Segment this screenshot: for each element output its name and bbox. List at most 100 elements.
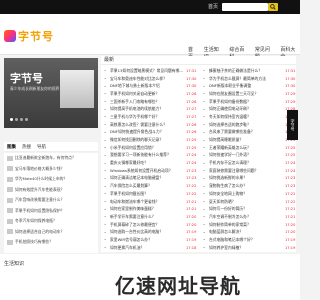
latest-item[interactable]: • 汽车保险怎么买最划算？ 17:22 [101,182,197,190]
topbar-home-link[interactable]: 首页 [208,3,218,10]
latest-item-time: 17:30 [186,84,197,89]
latest-item[interactable]: • 高铁票怎么改签？需要注意什么？ 17:26 [101,121,197,129]
latest-item-time: 17:20 [285,222,296,227]
latest-item[interactable]: • 宝马车和奥迪车性能对比怎么样？ 17:30 [101,75,197,83]
carousel-dot[interactable] [15,118,18,121]
bullet: • [203,237,206,243]
latest-item[interactable]: • 苹果手机如何备份数据？ 17:29 [200,98,296,106]
latest-item-time: 17:20 [285,230,296,235]
list-item[interactable]: 如何有效提升汽车性能表现？ [4,185,98,196]
latest-item-title: 冬天如何保持室内温暖？ [209,113,251,119]
latest-item[interactable]: • 如何提高手机电池的续航能力？ 17:27 [101,105,197,113]
latest-item[interactable]: • DNF如何快速提升角色战斗力？ 17:26 [101,129,197,137]
latest-item[interactable]: • 夏天如何防晒？ 17:22 [200,198,296,206]
latest-item[interactable]: •如何正确使用电动牙刷？17:28 [200,105,296,113]
latest-item-time: 17:28 [186,99,197,104]
hero-banner[interactable]: 字节号 青少年成长刷新朋友你的视界 [4,58,98,128]
latest-item[interactable]: • 电脑蓝屏怎么解决？ 17:20 [200,228,296,236]
bullet: • [104,206,107,212]
search-button[interactable] [268,3,278,11]
latest-item-title: 小米手机如何设置应用锁？ [110,144,156,150]
tab-hot[interactable]: 热搜 [22,144,31,150]
latest-item[interactable]: • 汽车空调不制冷怎么办？ 17:21 [200,213,296,221]
latest-item-title: 汽车空调不制冷怎么办？ [209,213,251,219]
floating-side-widget[interactable]: 字节号 [287,110,298,140]
latest-item[interactable]: • 如何提高睡眠质量？ 17:26 [200,136,296,144]
bullet: • [203,229,206,235]
thumbnail [7,208,13,214]
latest-item[interactable]: • 如何安全地网上购物？ 17:22 [200,190,296,198]
top-bar: 首页 [0,0,300,14]
latest-item[interactable]: • 电动车和燃油车哪个更省钱？ 17:21 [101,198,197,206]
latest-item[interactable]: • 苹果手机如何关闭自动更新？ 17:28 [101,90,197,98]
latest-item[interactable]: • 新手学开车需要注意什么？ 17:20 [101,213,197,221]
latest-item[interactable]: • DNF新版本职业平衡调整 17:30 [200,82,296,90]
bullet: • [203,175,206,181]
latest-item[interactable]: • 如何在家里制作美味蛋糕？ 17:21 [101,205,197,213]
latest-item-time: 17:21 [186,199,197,204]
latest-item[interactable]: • Windows系统如何设置开机启动项？ 17:23 [101,167,197,175]
latest-item-time: 17:22 [186,191,197,196]
carousel-dot[interactable] [20,118,23,121]
latest-item[interactable]: • 王者荣耀新英雄怎么玩？ 17:25 [200,144,296,152]
latest-item[interactable]: • 如何养护室内绿植？ 17:19 [200,244,296,252]
site-logo[interactable]: 字节号 [4,28,54,44]
latest-item[interactable]: • 我想要学习一项新技能有什么推荐？ 17:24 [101,152,197,160]
list-item[interactable]: 冬季汽车如何保养电瓶？ [4,216,98,227]
list-item[interactable]: 手机拍照技巧有哪些？ [4,237,98,248]
latest-item[interactable]: •冬天如何保持室内温暖？17:27 [200,113,296,121]
divider [101,64,296,65]
latest-item-title: 王者荣耀新英雄怎么玩？ [209,144,251,150]
latest-item[interactable]: • DNF地下城与勇士新版本介绍 17:30 [101,82,197,90]
latest-item[interactable]: • 微信如何找回删除的聊天记录？ 17:25 [101,136,197,144]
latest-item[interactable]: • 如何在朋友圈设置三天可见？ 17:29 [200,90,296,98]
list-item[interactable]: 比亚迪最新款全新跑车，有何特点？ [4,153,98,164]
latest-item-time: 17:23 [186,176,197,181]
latest-item[interactable]: • 三国杀新手入门攻略有哪些？ 17:28 [101,98,197,106]
latest-item[interactable]: • 手机内存不足怎么清理？ 17:24 [200,159,296,167]
banner-title: 字节号 [10,72,43,85]
latest-item[interactable]: • 苹果手机如何截长图？ 17:22 [101,190,197,198]
list-item[interactable]: 苹果手机如何设置隐私保护？ [4,206,98,217]
list-item[interactable]: 如何选择适合自己的电动车？ [4,227,98,238]
carousel-dot[interactable] [25,118,28,121]
list-item[interactable]: 华为Mate40什么时候上市的？ [4,174,98,185]
tab-nav[interactable]: 导航 [37,144,46,150]
latest-item[interactable]: • 蜂蜜柚子茶的正确做法是什么？ 17:31 [200,67,296,75]
latest-item[interactable]: • 小米手机如何设置应用锁？ 17:25 [101,144,197,152]
bullet: • [104,99,107,105]
carousel-dot[interactable] [10,118,13,121]
latest-item-title: 如何提高手机电池的续航能力？ [110,106,164,112]
latest-item[interactable]: • 如何选购一台性价比高的电脑？ 17:19 [101,228,197,236]
latest-item-title: 如何选择合适的跑步鞋？ [209,121,251,127]
latest-item[interactable]: • 如何挑选新鲜的水果？ 17:23 [200,175,296,183]
latest-item-title: 蜂蜜柚子茶的正确做法是什么？ [209,67,263,73]
list-item[interactable]: 汽车音响改装需要注意什么？ [4,195,98,206]
latest-item[interactable]: • 如何制作简单的家常菜？ 17:20 [200,221,296,229]
latest-item[interactable]: • 重庆火锅哪家最好吃？ 17:24 [101,159,197,167]
tab-gallery[interactable]: 图集 [7,144,16,150]
latest-item[interactable]: • 如何正确清洁笔记本电脑键盘？ 17:23 [101,175,197,183]
search-input[interactable] [222,3,268,11]
latest-item[interactable]: • 华为手机怎么截屏？最简单的方法 17:30 [200,75,296,83]
latest-item[interactable]: • 如何更换汽车机油？ 17:18 [101,244,197,252]
latest-item-title: 如何提高睡眠质量？ [209,137,244,143]
latest-item-title: 台风来了需要做哪些准备？ [209,129,255,135]
latest-item[interactable]: • 家庭装修需要注意哪些问题？ 17:24 [200,167,296,175]
latest-item[interactable]: • 如何写一份好的简历？ 17:21 [200,205,296,213]
latest-item[interactable]: • 手机屏幕碎了怎么修最便宜？ 17:20 [101,221,197,229]
latest-item-time: 17:24 [285,161,296,166]
latest-item-title: 夏天如何防晒？ [209,198,236,204]
latest-item-title: 三星手机与华为手机哪个好？ [110,113,160,119]
latest-item[interactable]: • 台式电脑和笔记本哪个好？ 17:19 [200,236,296,244]
bullet: • [203,129,206,135]
list-item[interactable]: 宝马车落地价格大概多少钱？ [4,164,98,175]
latest-item[interactable]: • 三星手机与华为手机哪个好？ 17:27 [101,113,197,121]
latest-item[interactable]: • 苹果13如何设置暗黑模式？常见问题有哪些？ 17:31 [101,67,197,75]
latest-item[interactable]: •如何选择合适的跑步鞋？17:27 [200,121,296,129]
latest-item[interactable]: •台风来了需要做哪些准备？17:26 [200,129,296,137]
latest-item[interactable]: • 宠物狗生病了怎么办？ 17:23 [200,182,296,190]
latest-item-title: 台式电脑和笔记本哪个好？ [209,236,255,242]
latest-item[interactable]: • 家里WiFi信号弱怎么办？ 17:19 [101,236,197,244]
latest-item[interactable]: • 如何快速学好一门外语？ 17:25 [200,152,296,160]
